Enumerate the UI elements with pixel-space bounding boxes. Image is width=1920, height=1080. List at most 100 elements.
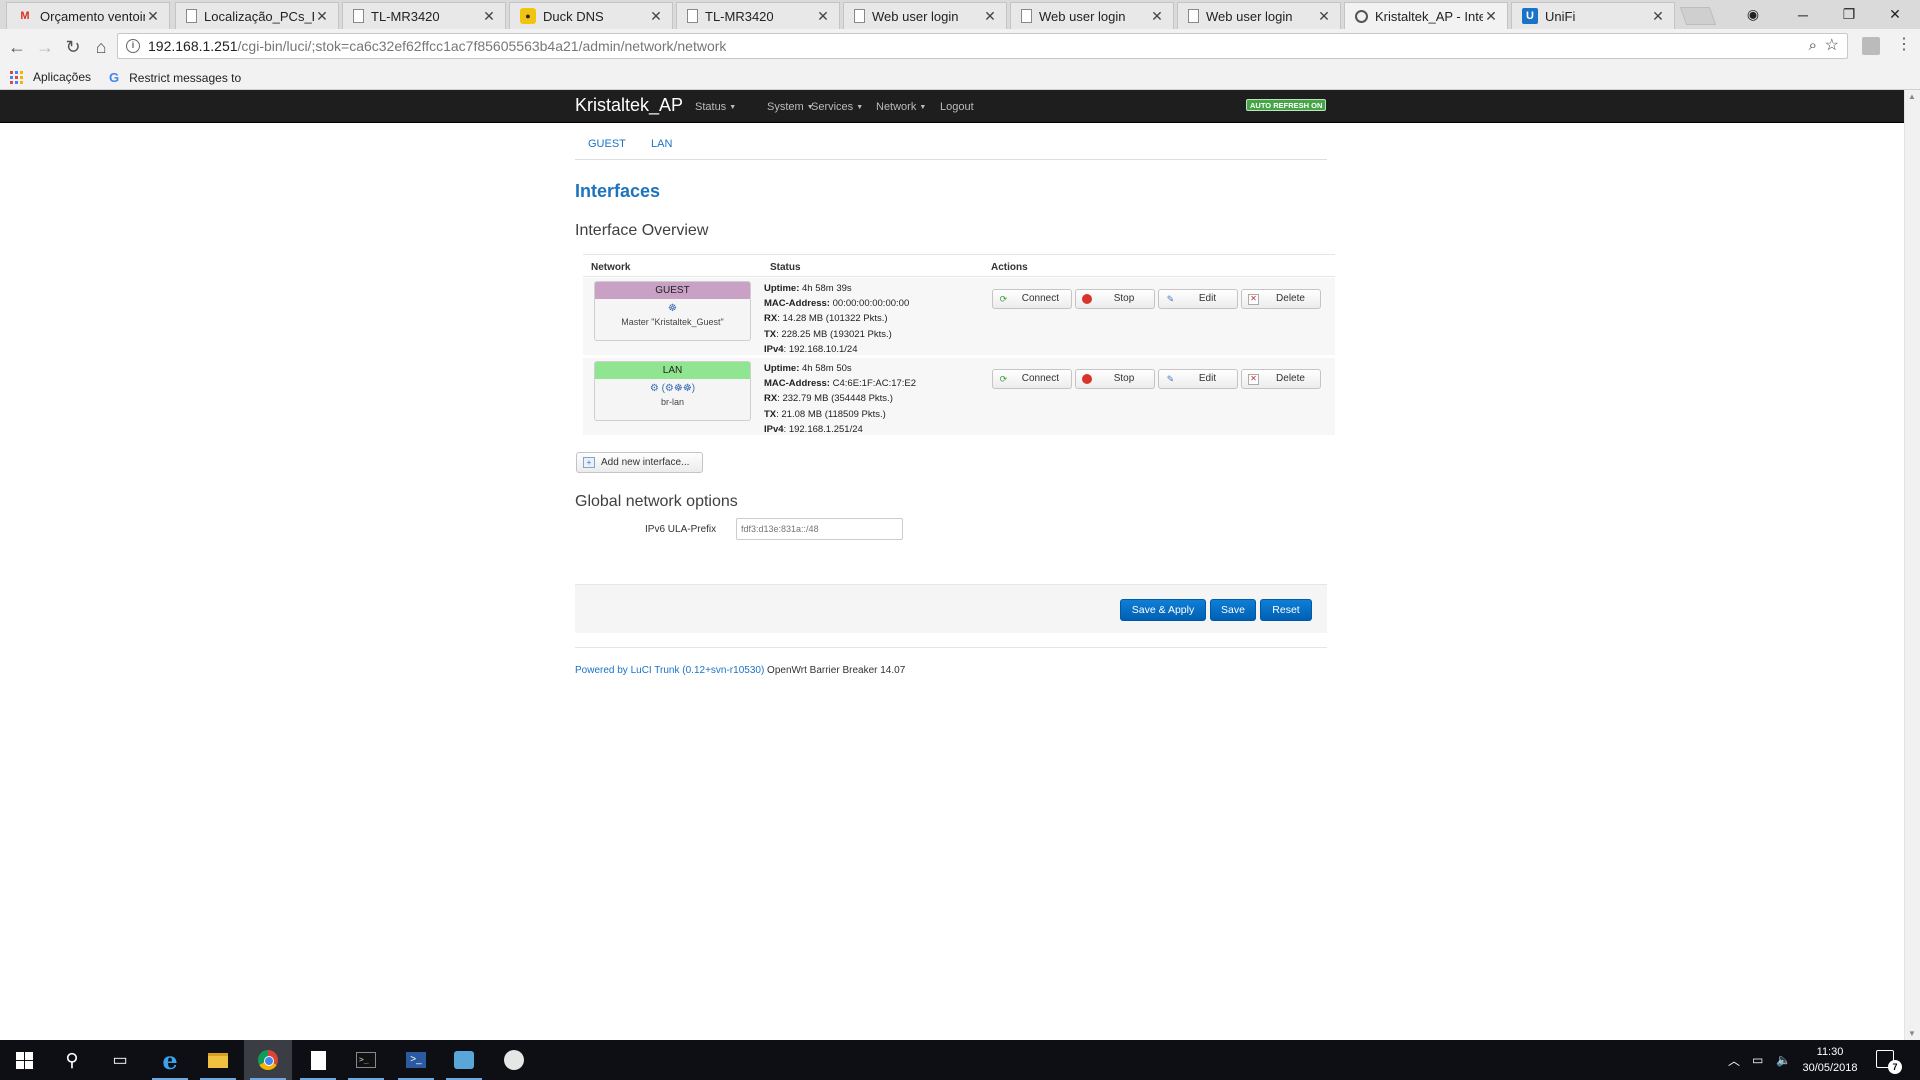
- close-icon[interactable]: ✕: [982, 8, 998, 25]
- document-icon[interactable]: [294, 1040, 342, 1080]
- menu-system[interactable]: System ▼: [767, 101, 814, 113]
- app-circle-icon[interactable]: [490, 1040, 538, 1080]
- chrome-icon[interactable]: [244, 1040, 292, 1080]
- start-button[interactable]: [0, 1040, 48, 1080]
- home-icon[interactable]: ⌂: [89, 35, 113, 59]
- browser-tab[interactable]: Web user login ✕: [1177, 2, 1341, 29]
- close-icon[interactable]: ✕: [1316, 8, 1332, 25]
- task-view-icon[interactable]: ▭: [96, 1040, 144, 1080]
- browser-tab[interactable]: U UniFi ✕: [1511, 2, 1675, 29]
- restore-button[interactable]: ❐: [1826, 0, 1872, 29]
- reload-icon[interactable]: ↻: [61, 35, 85, 59]
- tab-lan[interactable]: LAN: [651, 138, 672, 150]
- connect-button[interactable]: ⟳ Connect: [992, 289, 1072, 309]
- menu-network[interactable]: Network ▼: [876, 101, 926, 113]
- forward-icon[interactable]: →: [33, 35, 57, 59]
- browser-tab[interactable]: M Orçamento ventoinh ✕: [6, 2, 170, 29]
- close-icon[interactable]: ✕: [648, 8, 664, 25]
- connect-button[interactable]: ⟳ Connect: [992, 369, 1072, 389]
- scroll-up-icon[interactable]: ▲: [1908, 92, 1916, 101]
- extension-icon[interactable]: [1862, 37, 1880, 55]
- add-interface-button[interactable]: + Add new interface...: [576, 452, 703, 473]
- label: Uptime:: [764, 363, 800, 374]
- close-icon[interactable]: ✕: [815, 8, 831, 25]
- caret-down-icon: ▼: [919, 103, 927, 111]
- stop-icon: [1082, 374, 1092, 384]
- file-explorer-icon[interactable]: [194, 1040, 242, 1080]
- url-host: 192.168.1.251: [148, 38, 238, 54]
- network-status-icon[interactable]: ▭: [1752, 1040, 1763, 1080]
- button-label: Delete: [1276, 373, 1305, 384]
- close-icon[interactable]: ✕: [1650, 8, 1666, 25]
- edit-button[interactable]: ✎ Edit: [1158, 369, 1238, 389]
- reset-button[interactable]: Reset: [1260, 599, 1312, 621]
- ula-prefix-input[interactable]: [736, 518, 903, 540]
- minimize-button[interactable]: ─: [1780, 0, 1826, 29]
- close-icon[interactable]: ✕: [1149, 8, 1165, 25]
- ipv4-value: 192.168.10.1/24: [788, 343, 858, 355]
- bookmark-star-icon[interactable]: ☆: [1825, 34, 1839, 58]
- browser-tab[interactable]: ● Duck DNS ✕: [509, 2, 673, 29]
- back-icon[interactable]: ←: [5, 35, 29, 59]
- tab-title: Duck DNS: [543, 8, 604, 24]
- stop-button[interactable]: Stop: [1075, 289, 1155, 309]
- doc-icon: [687, 9, 698, 23]
- zoom-icon[interactable]: ⌕: [1809, 34, 1817, 58]
- menu-status[interactable]: Status ▼: [695, 101, 736, 113]
- network-device: Master "Kristaltek_Guest": [621, 317, 724, 327]
- column-header: Status: [770, 262, 801, 273]
- edge-icon[interactable]: e: [146, 1040, 194, 1080]
- doc-icon: [854, 9, 865, 23]
- command-prompt-icon[interactable]: >_: [342, 1040, 390, 1080]
- menu-logout[interactable]: Logout: [940, 101, 974, 113]
- stop-icon: [1082, 294, 1092, 304]
- tray-chevron-icon[interactable]: ︿: [1728, 1040, 1740, 1080]
- windows-logo-icon: [15, 1051, 33, 1069]
- menu-services[interactable]: Services ▼: [811, 101, 863, 113]
- button-label: Stop: [1113, 373, 1135, 384]
- browser-tab-active[interactable]: Kristaltek_AP - Inter ✕: [1344, 2, 1508, 29]
- delete-button[interactable]: ✕ Delete: [1241, 289, 1321, 309]
- close-icon[interactable]: ✕: [145, 8, 161, 25]
- network-tool-icon[interactable]: [440, 1040, 488, 1080]
- uptime-value: 4h 58m 50s: [802, 363, 852, 374]
- tab-guest[interactable]: GUEST: [588, 138, 626, 150]
- close-icon[interactable]: ✕: [314, 8, 330, 25]
- browser-tab[interactable]: Localização_PCs_Pla ✕: [175, 2, 339, 29]
- network-badge: GUEST ☸ Master "Kristaltek_Guest": [594, 281, 751, 341]
- stop-button[interactable]: Stop: [1075, 369, 1155, 389]
- bookmark-restrict[interactable]: G Restrict messages to: [109, 70, 244, 85]
- luci-link[interactable]: Powered by LuCI Trunk (0.12+svn-r10530): [575, 665, 764, 676]
- auto-refresh-badge[interactable]: AUTO REFRESH ON: [1246, 99, 1327, 111]
- browser-tab[interactable]: Web user login ✕: [1010, 2, 1174, 29]
- address-bar[interactable]: i 192.168.1.251/cgi-bin/luci/;stok=ca6c3…: [117, 33, 1848, 59]
- tab-title: Web user login: [1039, 8, 1126, 24]
- tx-value: 228.25 MB (193021 Pkts.): [781, 328, 892, 340]
- system-clock[interactable]: 11:30 30/05/2018: [1800, 1044, 1860, 1076]
- browser-tabstrip: M Orçamento ventoinh ✕ Localização_PCs_P…: [0, 0, 1920, 29]
- browser-tab[interactable]: Web user login ✕: [843, 2, 1007, 29]
- close-icon[interactable]: ✕: [481, 8, 497, 25]
- brand-title[interactable]: Kristaltek_AP: [575, 95, 683, 116]
- edit-button[interactable]: ✎ Edit: [1158, 289, 1238, 309]
- info-icon[interactable]: i: [126, 39, 140, 53]
- page-scrollbar[interactable]: ▲ ▼: [1904, 90, 1920, 1040]
- profile-icon[interactable]: ◉: [1730, 0, 1776, 29]
- save-button[interactable]: Save: [1210, 599, 1256, 621]
- search-icon[interactable]: ⚲: [48, 1040, 96, 1080]
- table-row: GUEST ☸ Master "Kristaltek_Guest" Uptime…: [583, 278, 1335, 356]
- scroll-down-icon[interactable]: ▼: [1908, 1029, 1916, 1038]
- save-apply-button[interactable]: Save & Apply: [1120, 599, 1206, 621]
- close-window-button[interactable]: ✕: [1872, 0, 1918, 29]
- chrome-menu-icon[interactable]: ⋮: [1896, 34, 1912, 54]
- edit-icon: ✎: [1166, 294, 1175, 304]
- bookmark-apps[interactable]: Aplicações: [10, 70, 91, 84]
- close-icon[interactable]: ✕: [1483, 8, 1499, 25]
- powershell-icon[interactable]: >_: [392, 1040, 440, 1080]
- tab-title: Orçamento ventoinh: [40, 8, 145, 24]
- delete-button[interactable]: ✕ Delete: [1241, 369, 1321, 389]
- volume-muted-icon[interactable]: 🔈: [1776, 1040, 1791, 1080]
- new-tab-button[interactable]: [1679, 7, 1717, 25]
- browser-tab[interactable]: TL-MR3420 ✕: [676, 2, 840, 29]
- browser-tab[interactable]: TL-MR3420 ✕: [342, 2, 506, 29]
